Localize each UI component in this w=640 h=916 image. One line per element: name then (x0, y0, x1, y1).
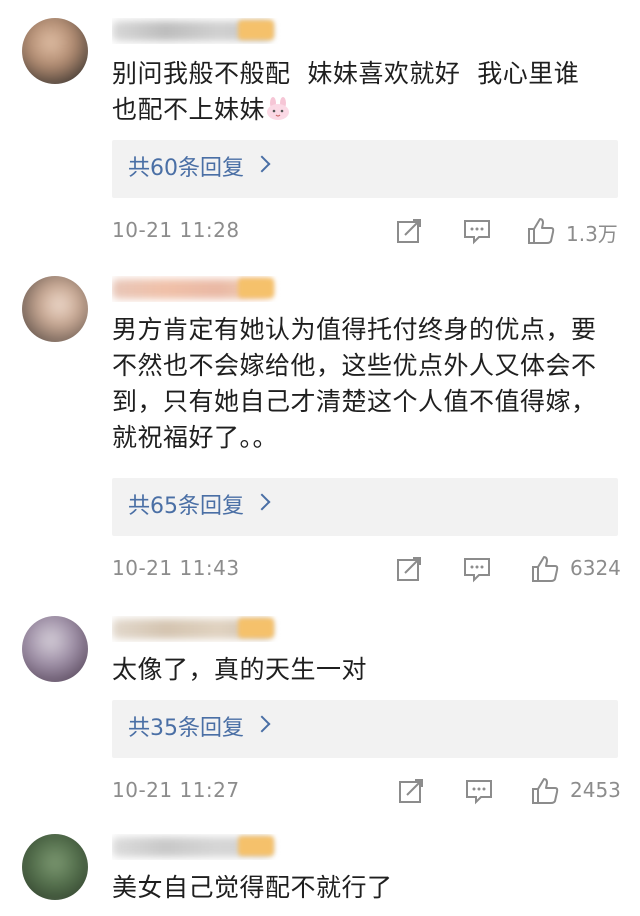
chevron-right-icon (253, 493, 271, 511)
avatar[interactable] (22, 276, 88, 342)
username-blurred[interactable] (112, 834, 282, 860)
comment-icon[interactable] (464, 776, 494, 806)
vip-badge (238, 278, 274, 298)
comment-text: 美女自己觉得配不就行了 (112, 873, 393, 902)
username-blurred[interactable] (112, 18, 282, 44)
chevron-right-icon (253, 715, 271, 733)
share-icon[interactable] (394, 216, 424, 246)
thumbs-up-icon[interactable] (530, 554, 560, 584)
avatar[interactable] (22, 18, 88, 84)
username-blurred[interactable] (112, 276, 282, 302)
replies-count-label: 共65条回复 (128, 494, 244, 519)
like-count: 6324 (570, 556, 621, 580)
comment-feed: 别问我般不般配 妹妹喜欢就好 我心里谁 也配不上妹妹 共60条回复 10-21 … (0, 0, 640, 916)
like-count: 1.3万 (566, 222, 618, 246)
bunny-emoji-icon (265, 97, 291, 121)
comment-meta-row: 10-21 11:27 2453 (0, 772, 640, 812)
timestamp: 10-21 11:28 (112, 218, 240, 242)
comment-text: 别问我般不般配 妹妹喜欢就好 我心里谁 也配不上妹妹 (112, 59, 580, 124)
comment-icon[interactable] (462, 554, 492, 584)
vip-badge (238, 20, 274, 40)
thumbs-up-icon[interactable] (530, 776, 560, 806)
vip-badge (238, 618, 274, 638)
replies-count-label: 共60条回复 (128, 156, 244, 181)
username-blurred[interactable] (112, 616, 282, 642)
comment-text: 男方肯定有她认为值得托付终身的优点，要 不然也不会嫁给他，这些优点外人又体会不 … (112, 315, 597, 452)
share-icon[interactable] (396, 776, 426, 806)
share-icon[interactable] (394, 554, 424, 584)
view-replies-button[interactable]: 共65条回复 (112, 478, 618, 536)
timestamp: 10-21 11:27 (112, 778, 240, 802)
avatar[interactable] (22, 834, 88, 900)
comment-meta-row: 10-21 11:43 6324 (0, 550, 640, 590)
timestamp: 10-21 11:43 (112, 556, 240, 580)
thumbs-up-icon[interactable] (526, 216, 556, 246)
comment-text: 太像了，真的天生一对 (112, 655, 368, 684)
comment-icon[interactable] (462, 216, 492, 246)
vip-badge (238, 836, 274, 856)
like-count: 2453 (570, 778, 621, 802)
avatar[interactable] (22, 616, 88, 682)
view-replies-button[interactable]: 共60条回复 (112, 140, 618, 198)
chevron-right-icon (253, 155, 271, 173)
replies-count-label: 共35条回复 (128, 716, 244, 741)
view-replies-button[interactable]: 共35条回复 (112, 700, 618, 758)
comment-meta-row: 10-21 11:28 1.3万 (0, 212, 640, 252)
